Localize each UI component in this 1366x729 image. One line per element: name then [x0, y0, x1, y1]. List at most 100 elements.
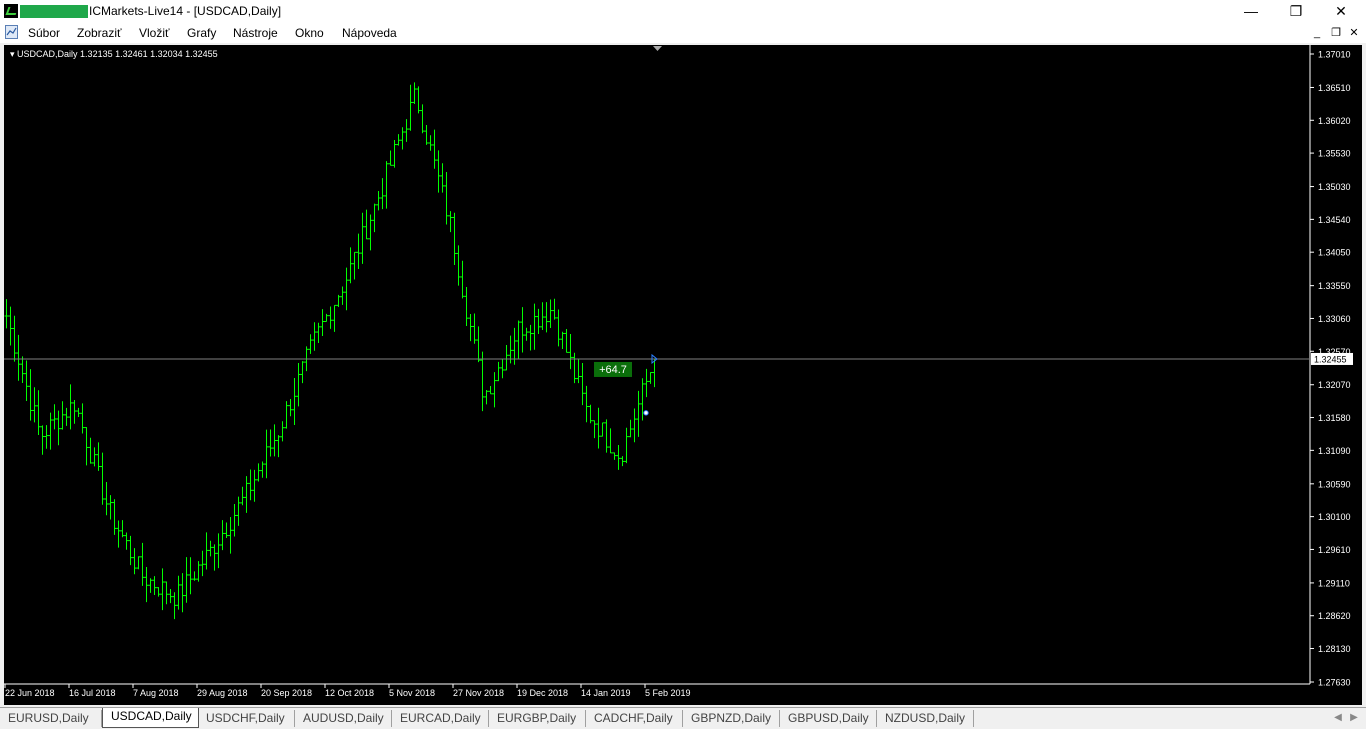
- chart-tab[interactable]: AUDUSD,Daily: [295, 710, 392, 727]
- price-bar: [280, 421, 285, 442]
- tab-scroll-right-icon[interactable]: ▶: [1348, 711, 1360, 725]
- price-tick-label: 1.36510: [1318, 83, 1351, 93]
- price-bar: [376, 191, 381, 211]
- mdi-close-button[interactable]: ✕: [1347, 26, 1361, 40]
- price-bar: [392, 139, 397, 168]
- price-bar: [368, 214, 373, 251]
- price-bar: [224, 522, 229, 539]
- chart-tab[interactable]: EURUSD,Daily: [0, 710, 102, 727]
- price-bar: [592, 420, 597, 439]
- price-bar: [460, 260, 465, 299]
- minimize-button[interactable]: —: [1228, 0, 1274, 22]
- price-bar: [72, 400, 77, 424]
- price-bar: [100, 452, 105, 505]
- account-redaction: [20, 5, 88, 18]
- chart-document-icon[interactable]: [5, 25, 18, 39]
- price-bar: [628, 419, 633, 438]
- chart-info-text: USDCAD,Daily 1.32135 1.32461 1.32034 1.3…: [17, 49, 218, 59]
- tab-scroll-left-icon[interactable]: ◀: [1332, 711, 1344, 725]
- price-bar: [240, 486, 245, 506]
- price-bar: [328, 306, 333, 329]
- price-bar: [64, 407, 69, 426]
- price-bar: [116, 520, 121, 548]
- menu-zobrazit[interactable]: Zobraziť: [77, 26, 122, 40]
- price-tick-label: 1.30590: [1318, 479, 1351, 489]
- title-bar: ICMarkets-Live14 - [USDCAD,Daily] — ❐ ✕: [0, 0, 1366, 23]
- price-bar: [644, 368, 649, 398]
- menu-subor[interactable]: Súbor: [28, 26, 60, 40]
- price-bar: [536, 308, 541, 335]
- menu-nastroje[interactable]: Nástroje: [233, 26, 278, 40]
- price-bar: [8, 306, 13, 346]
- price-bar: [24, 360, 29, 402]
- price-bar: [36, 390, 41, 436]
- time-tick-label: 14 Jan 2019: [581, 688, 631, 698]
- price-bar: [140, 542, 145, 586]
- time-tick-label: 7 Aug 2018: [133, 688, 179, 698]
- chart-menu-icon[interactable]: ▾: [10, 49, 15, 59]
- price-bar: [120, 520, 125, 538]
- chart-tab[interactable]: EURGBP,Daily: [489, 710, 586, 727]
- chart-tab[interactable]: CADCHF,Daily: [586, 710, 683, 727]
- price-bar: [324, 313, 329, 323]
- price-bar: [540, 302, 545, 331]
- price-bar: [452, 212, 457, 265]
- price-bar: [48, 412, 53, 450]
- mdi-minimize-button[interactable]: _: [1310, 26, 1324, 40]
- price-tick-label: 1.32070: [1318, 380, 1351, 390]
- time-tick-label: 16 Jul 2018: [69, 688, 116, 698]
- price-bar: [20, 356, 25, 383]
- chart-tab[interactable]: NZDUSD,Daily: [877, 710, 974, 727]
- time-tick-label: 12 Oct 2018: [325, 688, 374, 698]
- price-bar: [128, 535, 133, 566]
- menu-vlozit[interactable]: Vložiť: [139, 26, 170, 40]
- price-bar: [388, 150, 393, 166]
- window-title: ICMarkets-Live14 - [USDCAD,Daily]: [89, 4, 282, 18]
- price-chart[interactable]: 1.37010 1.36510 1.36020 1.35530 1.35030 1.345…: [4, 45, 1362, 705]
- price-bar: [160, 568, 165, 611]
- menu-bar: Súbor Zobraziť Vložiť Grafy Nástroje Okn…: [0, 23, 1366, 43]
- price-bar: [268, 429, 273, 457]
- price-bar: [488, 385, 493, 395]
- price-bar: [468, 313, 473, 342]
- price-bar: [416, 86, 421, 114]
- chart-shift-marker: [653, 46, 662, 51]
- price-bar: [580, 362, 585, 406]
- current-price-label: 1.32455: [1314, 354, 1347, 364]
- price-bar: [636, 390, 641, 437]
- price-tick-label: 1.31580: [1318, 413, 1351, 423]
- price-bar: [264, 429, 269, 479]
- price-bar: [32, 387, 37, 423]
- price-bar: [148, 578, 153, 593]
- chart-tab[interactable]: USDCHF,Daily: [198, 710, 295, 727]
- menu-grafy[interactable]: Grafy: [187, 26, 216, 40]
- price-bar: [396, 134, 401, 146]
- price-tick-label: 1.37010: [1318, 50, 1351, 60]
- price-bar: [156, 587, 161, 597]
- maximize-button[interactable]: ❐: [1273, 0, 1319, 22]
- chart-tab[interactable]: USDCAD,Daily: [102, 708, 199, 728]
- price-bar: [432, 129, 437, 169]
- price-bar: [404, 119, 409, 142]
- chart-tab[interactable]: GBPNZD,Daily: [683, 710, 780, 727]
- price-bar: [248, 469, 253, 501]
- price-bar: [352, 251, 357, 280]
- price-bar: [584, 385, 589, 423]
- price-tick-label: 1.35530: [1318, 149, 1351, 159]
- menu-napoveda[interactable]: Nápoveda: [342, 26, 397, 40]
- price-bar: [228, 516, 233, 554]
- chart-window[interactable]: 1.37010 1.36510 1.36020 1.35530 1.35030 1.345…: [4, 45, 1362, 705]
- price-bar: [168, 589, 173, 604]
- price-bar: [244, 476, 249, 513]
- price-bar: [4, 299, 9, 329]
- price-bar: [12, 315, 17, 362]
- menu-okno[interactable]: Okno: [295, 26, 324, 40]
- mdi-restore-button[interactable]: ❐: [1329, 26, 1343, 40]
- price-bar: [652, 358, 657, 388]
- chart-tab[interactable]: GBPUSD,Daily: [780, 710, 877, 727]
- price-bar: [412, 82, 417, 104]
- price-tick-label: 1.28130: [1318, 644, 1351, 654]
- chart-tab[interactable]: EURCAD,Daily: [392, 710, 489, 727]
- price-bar: [480, 351, 485, 412]
- close-button[interactable]: ✕: [1318, 0, 1364, 22]
